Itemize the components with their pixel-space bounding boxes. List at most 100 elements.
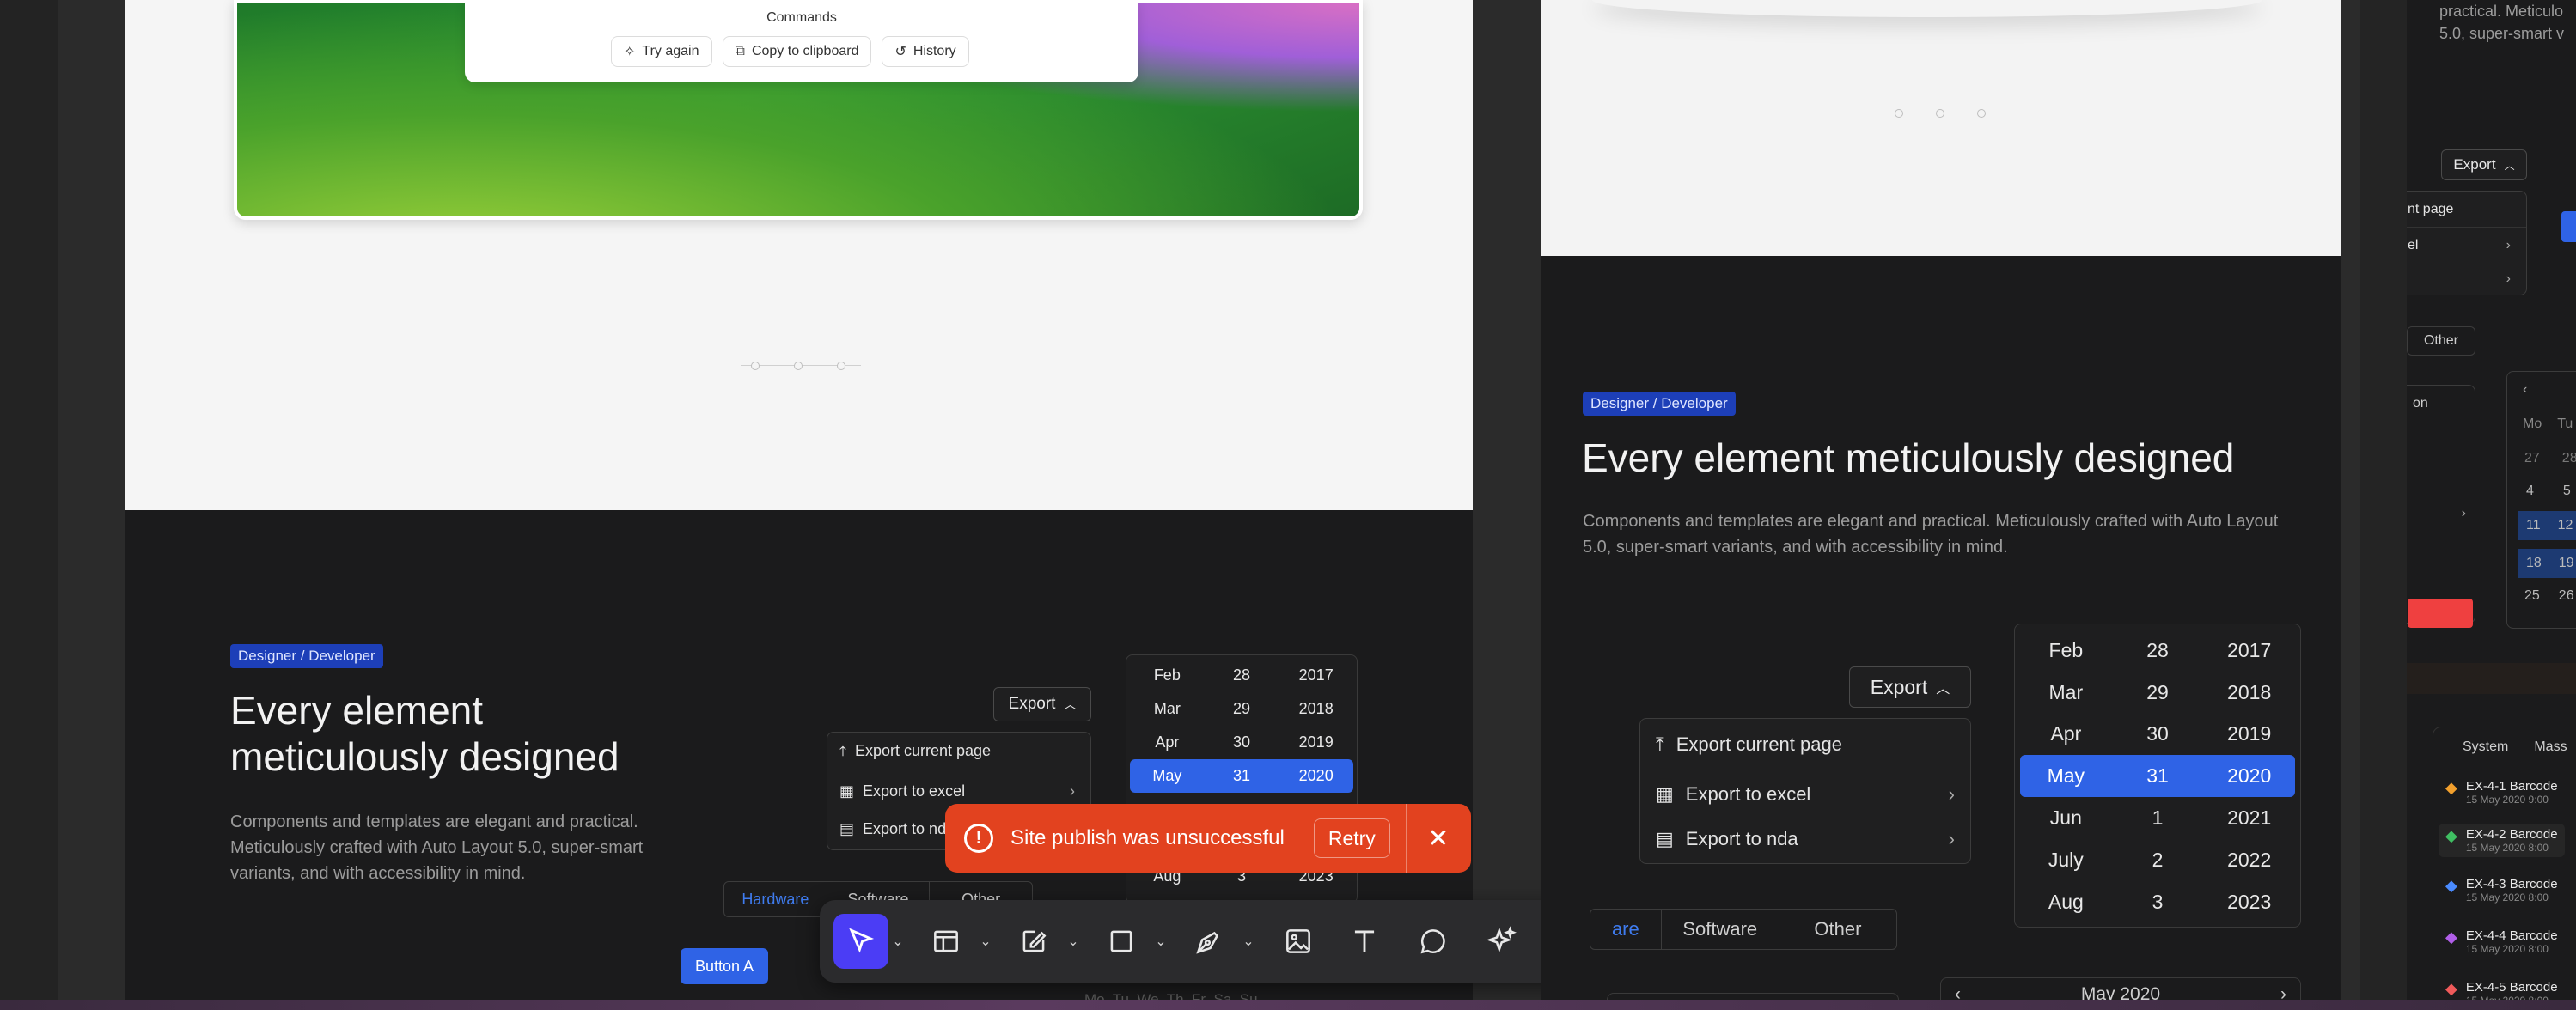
- picker-row[interactable]: Apr 30 2019: [2020, 714, 2295, 756]
- red-action[interactable]: [2408, 599, 2473, 628]
- app-icon: ◆: [2445, 827, 2457, 844]
- error-toast: ! Site publish was unsuccessful Retry ✕: [945, 804, 1471, 873]
- app-icon: ◆: [2445, 779, 2457, 796]
- alert-circle-icon: !: [964, 824, 993, 853]
- role-badge-right: Designer / Developer: [1583, 392, 1736, 416]
- edit-shape-tool[interactable]: [1004, 914, 1064, 969]
- far-right-gutter: [2360, 0, 2407, 1010]
- copy-icon: ⧉: [735, 44, 745, 58]
- tab-other-right[interactable]: Other: [1779, 910, 1896, 949]
- barcode-list: System Mass ◆ EX-4-1 Barcode 15 May 2020 …: [2433, 727, 2576, 1010]
- picker-row[interactable]: Feb 28 2017: [2020, 630, 2295, 672]
- spreadsheet-icon: ▦: [1656, 783, 1674, 805]
- tab-other-far[interactable]: Other: [2407, 326, 2475, 356]
- picker-row[interactable]: Jun 1 2021: [2020, 797, 2295, 839]
- left-light-panel: Commands ✧ Try again ⧉ Copy to clipboard…: [125, 0, 1473, 510]
- date-picker-right[interactable]: Feb 28 2017 Mar 29 2018 Apr 30 2019 May 31 2020 …: [2014, 624, 2301, 928]
- chevron-up-icon: ︿: [1064, 697, 1077, 711]
- menu-export-page-right[interactable]: ⤒ Export current page: [1640, 719, 1970, 770]
- file-icon: ▤: [1656, 828, 1674, 849]
- history-icon: ↺: [894, 45, 906, 59]
- section-desc-left: Components and templates are elegant and…: [230, 812, 644, 883]
- section-desc-right: Components and templates are elegant and…: [1583, 512, 2279, 557]
- chevron-right-icon: ›: [1948, 828, 1955, 849]
- export-button-right[interactable]: Export ︿: [1849, 666, 1971, 708]
- file-icon: ▤: [839, 819, 855, 837]
- tab-system[interactable]: System: [2463, 739, 2508, 755]
- copy-clipboard-button[interactable]: ⧉ Copy to clipboard: [722, 36, 872, 67]
- edit-shape-icon: [1022, 930, 1047, 952]
- tab-hardware[interactable]: Hardware: [724, 882, 827, 916]
- commands-title: Commands: [766, 10, 837, 25]
- cursor-tool[interactable]: [833, 914, 888, 969]
- picker-row[interactable]: July 2 2022: [2020, 839, 2295, 881]
- right-light-panel: [1541, 0, 2341, 256]
- pen-dropdown[interactable]: ⌄: [1239, 933, 1258, 950]
- dock-strip: [0, 1000, 2576, 1010]
- button-a[interactable]: Button A: [681, 948, 768, 984]
- image-icon: [1286, 929, 1310, 953]
- rectangle-tool[interactable]: [1091, 914, 1151, 969]
- app-icon: ◆: [2445, 928, 2457, 946]
- tab-mass[interactable]: Mass: [2534, 739, 2567, 755]
- retry-button[interactable]: Retry: [1313, 818, 1390, 858]
- menu-export-nda-right[interactable]: ▤ Export to nda ›: [1640, 818, 1970, 860]
- menu-export-excel-right[interactable]: ▦ Export to excel ›: [1640, 770, 1970, 818]
- menu-export-page-left[interactable]: ⤒ Export current page: [827, 733, 1090, 770]
- export-menu-far: nt page el › ›: [2407, 191, 2527, 295]
- list-item[interactable]: ◆ EX-4-3 Barcode 15 May 2020 8:00: [2445, 877, 2558, 904]
- rectangle-dropdown[interactable]: ⌄: [1151, 933, 1170, 950]
- sparkle-icon: ✧: [624, 45, 636, 59]
- role-badge-left: Designer / Developer: [230, 644, 383, 668]
- calendar-far: ‹ Mo Tu 27 28 45 11 12 18 19 25 26: [2506, 371, 2576, 629]
- picker-row[interactable]: Apr 30 2019: [1130, 726, 1353, 759]
- export-button-far[interactable]: Export ︿: [2441, 149, 2527, 180]
- frame-icon: [934, 930, 958, 952]
- picker-row[interactable]: Mar 29 2018: [2020, 672, 2295, 714]
- image-tool[interactable]: [1267, 914, 1330, 969]
- frame-dropdown[interactable]: ⌄: [976, 933, 995, 950]
- pen-tool[interactable]: [1179, 914, 1239, 969]
- history-button[interactable]: ↺ History: [882, 36, 969, 67]
- frame-tool[interactable]: [916, 914, 976, 969]
- list-item[interactable]: ◆ EX-4-2 Barcode 15 May 2020 8:00: [2439, 824, 2565, 857]
- close-toast-button[interactable]: ✕: [1407, 804, 1470, 873]
- comment-tool[interactable]: [1399, 914, 1468, 969]
- far-right-panel: practical. Meticulo 5.0, super-smart v E…: [2407, 0, 2576, 1010]
- picker-row[interactable]: Feb 28 2017: [1130, 659, 1353, 692]
- picker-row[interactable]: Mar 29 2018: [1130, 692, 1353, 726]
- spreadsheet-icon: ▦: [839, 782, 855, 800]
- try-again-button[interactable]: ✧ Try again: [611, 36, 712, 67]
- wallpaper-preview: Commands ✧ Try again ⧉ Copy to clipboard…: [234, 0, 1363, 220]
- pen-icon: [1196, 931, 1219, 954]
- list-item[interactable]: ◆ EX-4-4 Barcode 15 May 2020 8:00: [2445, 928, 2558, 955]
- picker-row-selected[interactable]: May 31 2020: [2020, 755, 2295, 798]
- ai-sparkle-icon: [1486, 926, 1517, 953]
- commands-dialog: Commands ✧ Try again ⧉ Copy to clipboard…: [465, 3, 1138, 82]
- chevron-up-icon: ︿: [1936, 682, 1950, 697]
- export-menu-right: ⤒ Export current page ▦ Export to excel …: [1639, 718, 1971, 864]
- cursor-icon: [849, 928, 875, 953]
- edit-shape-dropdown[interactable]: ⌄: [1064, 933, 1083, 950]
- cursor-dropdown[interactable]: ⌄: [888, 933, 907, 950]
- upload-icon: ⤒: [1656, 733, 1664, 755]
- comment-icon: [1420, 929, 1445, 954]
- segment-tabs-right: are Software Other: [1590, 909, 1897, 950]
- section-title-right: Every element meticulously designed: [1582, 435, 2235, 480]
- text-tool[interactable]: [1330, 914, 1399, 969]
- left-gutter: [0, 0, 58, 1010]
- picker-row[interactable]: Aug 3 2023: [2020, 881, 2295, 923]
- pager-dots: [741, 359, 861, 373]
- ai-tool[interactable]: [1468, 914, 1536, 969]
- picker-row-selected[interactable]: May 31 2020: [1130, 759, 1353, 793]
- text-icon: [1354, 930, 1375, 952]
- close-icon: ✕: [1427, 824, 1450, 853]
- rectangle-icon: [1110, 930, 1132, 952]
- upload-icon: ⤒: [839, 742, 846, 759]
- tab-software-right[interactable]: Software: [1662, 910, 1779, 949]
- app-icon: ◆: [2445, 877, 2457, 894]
- chevron-right-icon: ›: [1070, 782, 1075, 800]
- export-button-left[interactable]: Export ︿: [993, 687, 1091, 721]
- list-item[interactable]: ◆ EX-4-1 Barcode 15 May 2020 9:00: [2445, 779, 2558, 806]
- tab-hardware-right[interactable]: are: [1590, 910, 1662, 949]
